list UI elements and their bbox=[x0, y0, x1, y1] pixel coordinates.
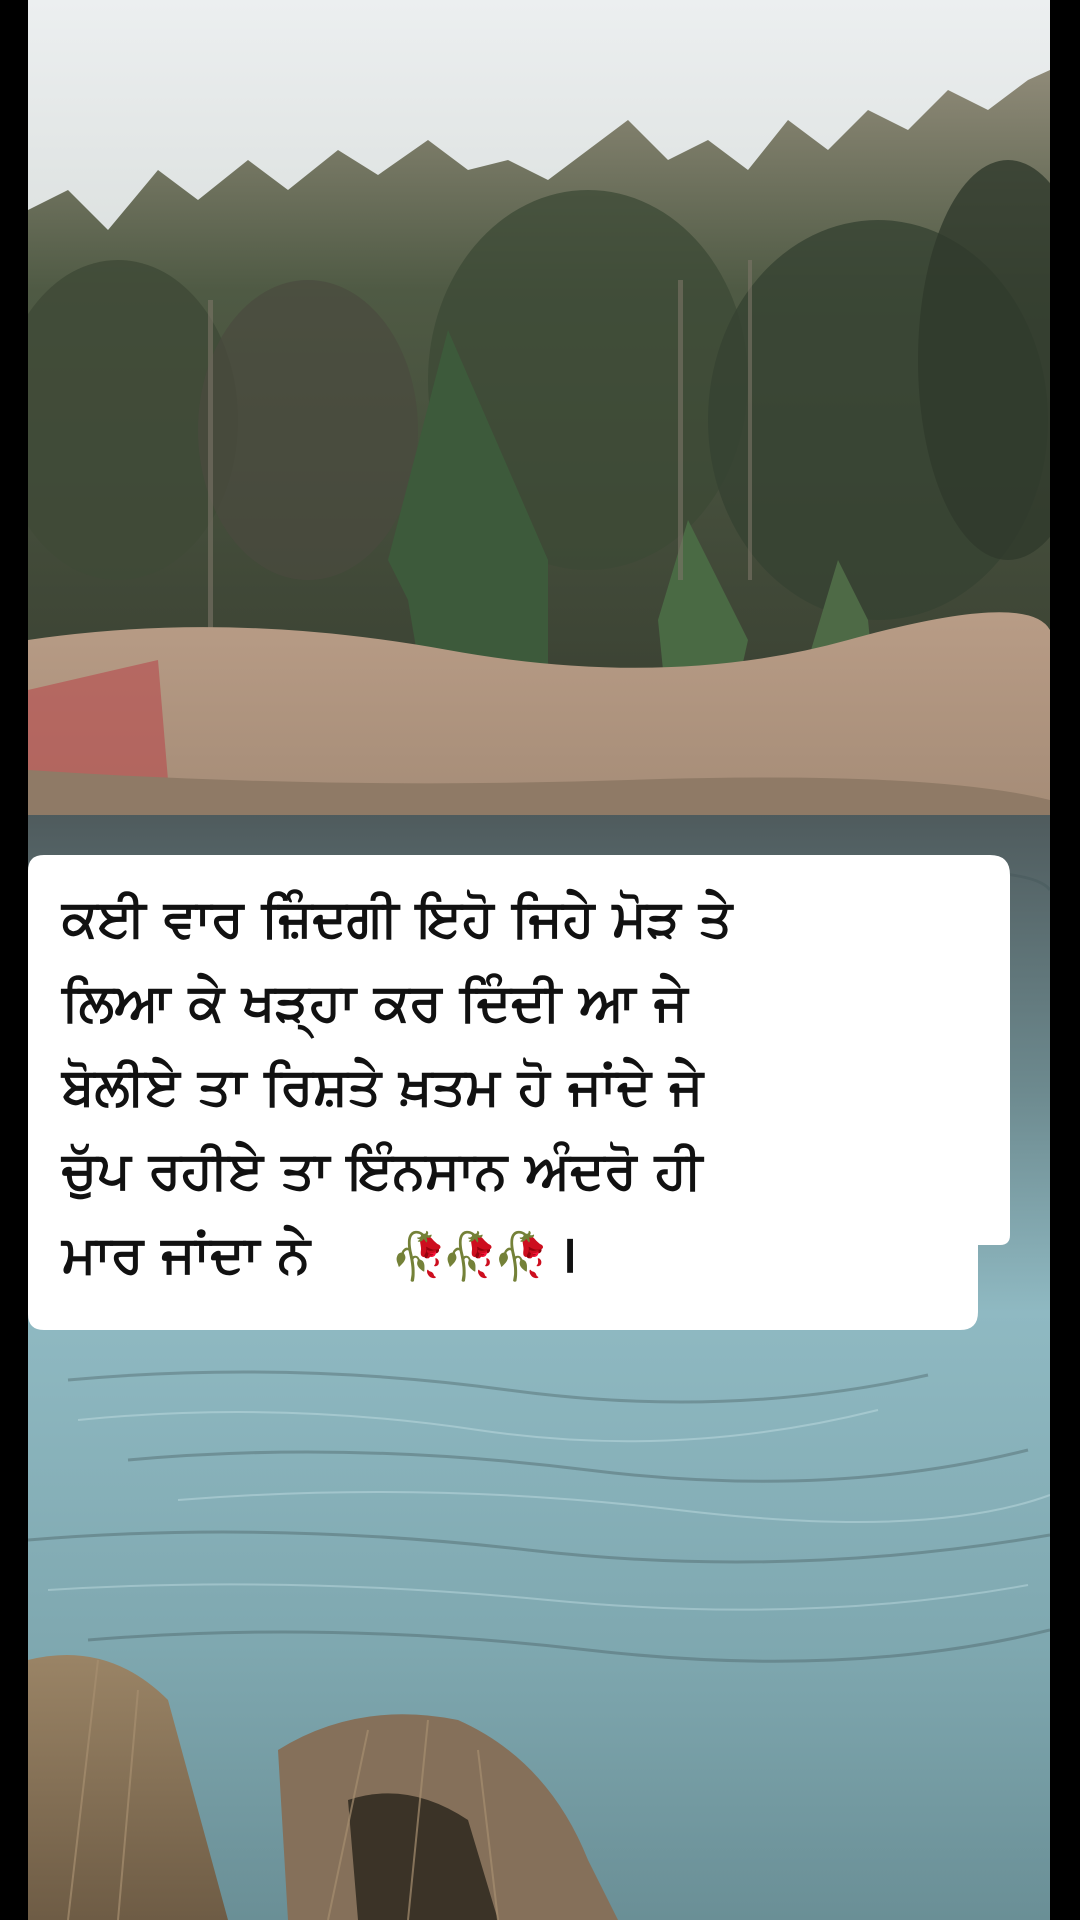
video-frame: ਕਈ ਵਾਰ ਜ਼ਿੰਦਗੀ ਇਹੋ ਜਿਹੇ ਮੋੜ ਤੇ ਲਿਆ ਕੇ ਖੜ… bbox=[0, 0, 1080, 1920]
caption-line-2: ਲਿਆ ਕੇ ਖੜ੍ਹਾ ਕਰ ਦਿੰਦੀ ਆ ਜੇ bbox=[62, 973, 688, 1033]
caption-line-4: ਚੁੱਪ ਰਹੀਏ ਤਾ ਇੰਨਸਾਨ ਅੰਦਰੋ ਹੀ bbox=[62, 1141, 703, 1201]
caption-overlay: ਕਈ ਵਾਰ ਜ਼ਿੰਦਗੀ ਇਹੋ ਜਿਹੇ ਮੋੜ ਤੇ ਲਿਆ ਕੇ ਖੜ… bbox=[28, 855, 1038, 1330]
wilted-rose-icon: 🥀🥀🥀 bbox=[390, 1229, 550, 1283]
caption-line-1: ਕਈ ਵਾਰ ਜ਼ਿੰਦਗੀ ਇਹੋ ਜਿਹੇ ਮੋੜ ਤੇ bbox=[62, 889, 733, 949]
caption-line-3: ਬੋਲੀਏ ਤਾ ਰਿਸ਼ਤੇ ਖ਼ਤਮ ਹੋ ਜਾਂਦੇ ਜੇ bbox=[62, 1057, 704, 1117]
caption-line-5-text: ਮਾਰ ਜਾਂਦਾ ਨੇ bbox=[62, 1225, 311, 1285]
caption-text: ਕਈ ਵਾਰ ਜ਼ਿੰਦਗੀ ਇਹੋ ਜਿਹੇ ਮੋੜ ਤੇ ਲਿਆ ਕੇ ਖੜ… bbox=[62, 877, 1022, 1298]
caption-end-mark: । bbox=[557, 1225, 578, 1285]
caption-line-5: ਮਾਰ ਜਾਂਦਾ ਨੇ 🥀🥀🥀 । bbox=[62, 1213, 1022, 1298]
